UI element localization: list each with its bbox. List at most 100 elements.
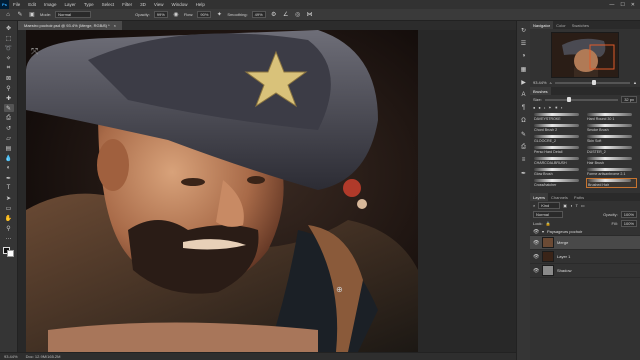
zoom-tool-icon[interactable]: ⚲ [4, 224, 14, 232]
opacity-field[interactable]: 99% [153, 11, 168, 18]
menu-3d[interactable]: 3D [136, 2, 150, 7]
brush-settings-panel-icon[interactable]: ✎ [520, 130, 528, 138]
menu-layer[interactable]: Layer [61, 2, 80, 7]
pressure-size-icon[interactable]: ◎ [294, 11, 302, 19]
maximize-button[interactable]: ☐ [620, 2, 624, 8]
eraser-tool-icon[interactable]: ▱ [4, 134, 14, 142]
pressure-opacity-icon[interactable]: ◉ [172, 11, 180, 19]
menu-file[interactable]: File [9, 2, 24, 7]
layer-row[interactable]: 👁 Shadow [530, 264, 640, 278]
brush-tool-icon[interactable]: ✎ [3, 104, 14, 112]
brush-preset-item[interactable]: Hair Brush [586, 156, 637, 166]
canvas-area[interactable]: ⤧ ⊕ [18, 30, 516, 352]
tab-navigator[interactable]: Navigator [530, 21, 554, 29]
brush-size-field[interactable]: 32 px [621, 96, 637, 103]
eye-icon[interactable]: 👁 [533, 268, 539, 274]
menu-select[interactable]: Select [98, 2, 119, 7]
healing-tool-icon[interactable]: ✚ [4, 94, 14, 102]
path-select-tool-icon[interactable]: ➤ [4, 194, 14, 202]
flow-field[interactable]: 90% [197, 11, 212, 18]
gradient-tool-icon[interactable]: ▤ [4, 144, 14, 152]
airbrush-icon[interactable]: ✦ [215, 11, 223, 19]
brush-size-knob[interactable] [566, 96, 571, 102]
close-window-button[interactable]: ✕ [631, 2, 635, 8]
menu-window[interactable]: Window [168, 2, 192, 7]
paths-panel-icon[interactable]: ✒ [520, 169, 528, 177]
angle-icon[interactable]: ∠ [282, 11, 290, 19]
layer-kind-select[interactable]: Kind [538, 202, 561, 209]
tab-color[interactable]: Color [553, 23, 569, 28]
tab-layers[interactable]: Layers [530, 193, 549, 201]
smoothing-gear-icon[interactable]: ⚙ [270, 11, 278, 19]
brush-size-slider[interactable] [544, 96, 619, 102]
brush-preset-item[interactable]: Forme artisanbrome 2.1 [586, 167, 637, 177]
brush-preset-icon[interactable]: ✎ [16, 11, 24, 19]
brush-preset-item[interactable]: Chord Brush 2 [533, 123, 584, 133]
photoshop-logo[interactable]: Ps [0, 0, 9, 9]
brush-preset-item[interactable]: Brushed Hair [586, 178, 637, 188]
adjustments-panel-icon[interactable]: ◑ [520, 52, 528, 60]
painting-canvas[interactable]: ⤧ ⊕ [18, 30, 516, 352]
lock-icon[interactable]: 🔒 [546, 221, 551, 226]
brush-tip-icon[interactable]: ✶ [548, 105, 551, 110]
eye-icon[interactable]: 👁 [533, 229, 539, 235]
document-tab[interactable]: Maestro pochoir.psd @ 93.4% (Merge, RGB/… [18, 21, 122, 30]
eyedropper-tool-icon[interactable]: ⚲ [4, 84, 14, 92]
filter-type-icon[interactable]: T [575, 203, 577, 208]
crop-tool-icon[interactable]: ⌗ [4, 64, 14, 72]
lasso-tool-icon[interactable]: ➰ [4, 44, 14, 52]
quick-select-tool-icon[interactable]: ✧ [4, 54, 14, 62]
layer-opacity-field[interactable]: 100% [620, 211, 637, 218]
glyphs-panel-icon[interactable]: Ω [520, 117, 528, 125]
history-brush-tool-icon[interactable]: ↺ [4, 124, 14, 132]
brush-preset-item[interactable]: Skin Soft [586, 134, 637, 144]
more-tools-icon[interactable]: … [4, 234, 14, 242]
minimize-button[interactable]: — [609, 2, 614, 8]
character-panel-icon[interactable]: A [520, 91, 528, 99]
type-tool-icon[interactable]: T [4, 184, 14, 192]
brush-preset-item[interactable]: Perso Hard Detail [533, 145, 584, 155]
brush-preset-item[interactable]: GLOOCRE_2 [533, 134, 584, 144]
clone-stamp-tool-icon[interactable]: ⎙ [4, 114, 14, 122]
paragraph-panel-icon[interactable]: ¶ [520, 104, 528, 112]
menu-filter[interactable]: Filter [118, 2, 136, 7]
brush-tip-icon[interactable]: ▪ [561, 105, 562, 110]
menu-help[interactable]: Help [192, 2, 209, 7]
background-color-swatch[interactable] [7, 250, 14, 257]
brush-preset-item[interactable]: Hard Round 30 1 [586, 112, 637, 122]
brush-preset-item[interactable]: Cross/hatcher [533, 178, 584, 188]
brush-tip-icon[interactable]: • [544, 105, 545, 110]
layer-row[interactable]: 👁 Merge [530, 236, 640, 250]
filter-shape-icon[interactable]: ▭ [581, 203, 585, 208]
blend-mode-select[interactable]: Normal [533, 211, 563, 218]
libraries-panel-icon[interactable]: ▦ [520, 65, 528, 73]
marquee-tool-icon[interactable]: ⬚ [4, 34, 14, 42]
menu-edit[interactable]: Edit [24, 2, 40, 7]
zoom-in-icon[interactable]: ▲ [633, 80, 637, 85]
brush-tip-icon[interactable]: ● [533, 105, 535, 110]
eye-icon[interactable]: 👁 [533, 254, 539, 260]
filter-pixel-icon[interactable]: ▣ [563, 203, 567, 208]
brush-tip-icon[interactable]: ✷ [555, 105, 558, 110]
brush-preset-item[interactable]: Smoke Brush [586, 123, 637, 133]
menu-type[interactable]: Type [80, 2, 98, 7]
hand-tool-icon[interactable]: ✋ [4, 214, 14, 222]
brush-tip-icon[interactable]: ● [538, 105, 540, 110]
actions-panel-icon[interactable]: ▶ [520, 78, 528, 86]
home-icon[interactable]: ⌂ [4, 11, 12, 19]
smoothing-field[interactable]: 49% [251, 11, 266, 18]
close-document-button[interactable]: × [114, 23, 116, 28]
zoom-slider-knob[interactable] [592, 79, 597, 85]
history-panel-icon[interactable]: ↻ [520, 26, 528, 34]
tab-paths[interactable]: Paths [571, 195, 587, 200]
navigator-thumbnail[interactable] [551, 32, 619, 78]
color-swatches[interactable] [3, 247, 14, 257]
clone-source-panel-icon[interactable]: ⎙ [520, 143, 528, 151]
layer-fill-field[interactable]: 100% [620, 220, 637, 227]
shape-tool-icon[interactable]: ▭ [4, 204, 14, 212]
brush-preset-item[interactable]: DUSTER_2 [586, 145, 637, 155]
zoom-readout[interactable]: 93.44% [4, 354, 18, 359]
brush-preset-item[interactable]: DAVEYSTROKE [533, 112, 584, 122]
zoom-out-icon[interactable]: ▵ [550, 80, 552, 85]
eye-icon[interactable]: 👁 [533, 240, 539, 246]
